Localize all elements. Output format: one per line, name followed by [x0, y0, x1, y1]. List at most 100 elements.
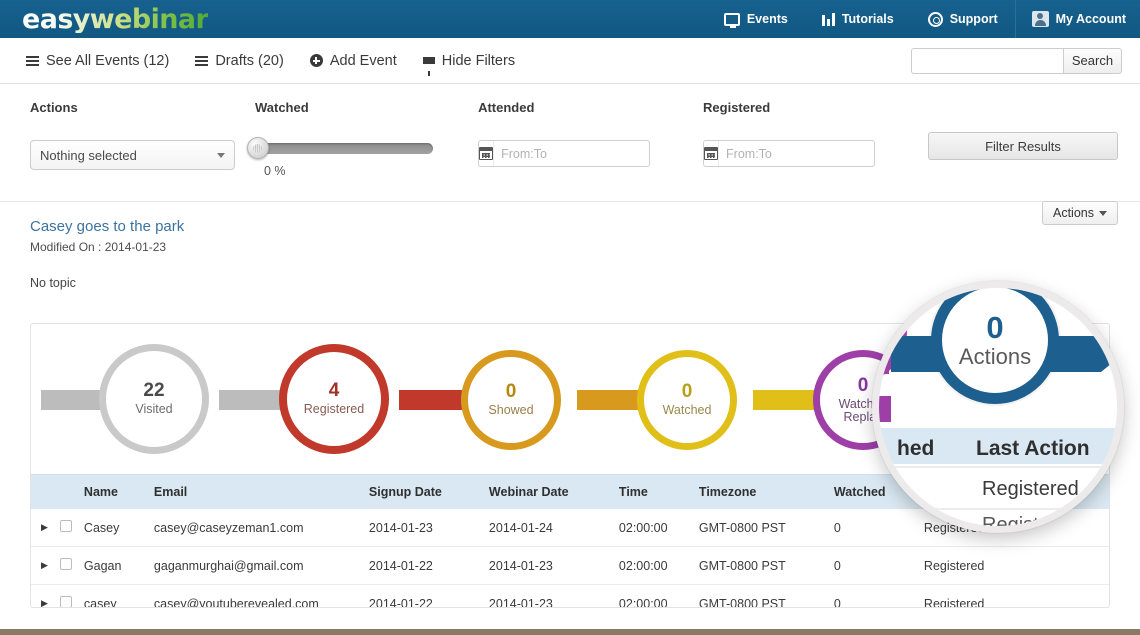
cell-timezone: GMT-0800 PST — [692, 546, 828, 585]
nav-item-tutorials[interactable]: Tutorials — [805, 0, 911, 38]
cell-webinar-date: 2014-01-24 — [482, 509, 613, 547]
filter-watched-group: Watched 0 % — [246, 100, 478, 178]
cell-last-action: Registered — [917, 584, 1109, 607]
slider-handle[interactable] — [246, 137, 269, 159]
attended-date-input[interactable] — [494, 141, 650, 166]
cell-watched: 0 — [827, 584, 918, 607]
col-signup-date[interactable]: Signup Date — [362, 474, 483, 509]
app-root: easywebinar Events Tutorials Support My … — [0, 0, 1140, 635]
attended-date-field[interactable] — [478, 140, 651, 167]
filter-actions-group: Actions Nothing selected — [30, 100, 255, 170]
funnel-icon — [422, 57, 435, 76]
search-button[interactable]: Search — [1063, 47, 1122, 74]
table-row[interactable]: ▶ casey casey@youtuberevealed.com 2014-0… — [31, 584, 1109, 607]
funnel-label-visited: Visited — [135, 402, 173, 417]
page-bottom-edge — [0, 629, 1140, 635]
filter-attended-label: Attended — [478, 100, 535, 115]
magnifier-divider — [879, 466, 1117, 468]
funnel-node-registered[interactable]: 4 Registered — [279, 344, 389, 454]
col-name[interactable]: Name — [77, 474, 148, 509]
drafts-link[interactable]: Drafts (20) — [195, 53, 284, 69]
row-checkbox[interactable] — [53, 584, 78, 607]
cell-timezone: GMT-0800 PST — [692, 509, 828, 547]
actions-dropdown[interactable]: Nothing selected — [30, 140, 235, 170]
nav-item-support[interactable]: Support — [911, 0, 1015, 38]
nav-item-my-account[interactable]: My Account — [1014, 0, 1140, 38]
magnifier-lens: e ay) 0 Actions hed Last Action Register… — [872, 281, 1124, 533]
add-event-button[interactable]: Add Event — [309, 52, 397, 69]
row-checkbox[interactable] — [53, 546, 78, 585]
magnifier-purple-label-1: e — [880, 324, 889, 341]
funnel-value-visited: 22 — [143, 380, 165, 402]
cell-webinar-date: 2014-01-23 — [482, 584, 613, 607]
cell-email: casey@youtuberevealed.com — [147, 584, 363, 607]
event-modified-date: Modified On : 2014-01-23 — [30, 240, 167, 254]
cell-email: gaganmurghai@gmail.com — [147, 546, 363, 585]
see-all-events-link[interactable]: See All Events (12) — [26, 53, 169, 69]
add-event-label: Add Event — [329, 52, 397, 69]
funnel-value-watched: 0 — [681, 381, 693, 403]
row-checkbox[interactable] — [53, 509, 78, 547]
funnel-node-showed[interactable]: 0 Showed — [460, 349, 562, 451]
cell-webinar-date: 2014-01-23 — [482, 546, 613, 585]
filter-registered-group: Registered — [703, 100, 928, 167]
monitor-icon — [723, 12, 740, 28]
col-expand — [31, 474, 54, 509]
calendar-icon — [704, 141, 720, 166]
funnel-label-showed: Showed — [488, 403, 534, 418]
top-nav-links: Events Tutorials Support My Account — [707, 0, 1140, 38]
cell-name: Gagan — [77, 546, 148, 585]
col-webinar-date[interactable]: Webinar Date — [482, 474, 613, 509]
col-timezone[interactable]: Timezone — [692, 474, 828, 509]
event-actions-dropdown-button[interactable]: Actions — [1042, 201, 1118, 225]
nav-item-events[interactable]: Events — [707, 0, 805, 38]
cell-signup-date: 2014-01-22 — [362, 584, 483, 607]
filter-results-button[interactable]: Filter Results — [928, 132, 1118, 160]
cell-signup-date: 2014-01-22 — [362, 546, 483, 585]
search-input[interactable] — [911, 47, 1063, 74]
magnifier-row-2-last-action: Registered — [982, 514, 1079, 526]
hide-filters-button[interactable]: Hide Filters — [422, 53, 515, 76]
slider-track[interactable] — [246, 137, 433, 159]
magnifier-funnel-node-actions[interactable]: 0 Actions — [929, 288, 1061, 406]
magnifier-col-watched-partial: hed — [897, 437, 935, 460]
funnel-label-registered: Registered — [303, 402, 365, 417]
row-expand-toggle[interactable]: ▶ — [31, 546, 54, 585]
watched-slider[interactable]: 0 % — [246, 137, 435, 178]
registered-date-field[interactable] — [703, 140, 876, 167]
see-all-events-label: See All Events (12) — [46, 52, 170, 69]
col-time[interactable]: Time — [612, 474, 693, 509]
cell-name: Casey — [77, 509, 148, 547]
table-row[interactable]: ▶ Gagan gaganmurghai@gmail.com 2014-01-2… — [31, 546, 1109, 585]
magnifier-col-last-action: Last Action — [976, 437, 1090, 460]
chevron-down-icon — [217, 152, 225, 158]
cell-signup-date: 2014-01-23 — [362, 509, 483, 547]
logo-text: easywebinar — [22, 3, 209, 35]
row-expand-toggle[interactable]: ▶ — [31, 584, 54, 607]
calendar-icon — [479, 141, 495, 166]
watched-slider-value: 0 % — [263, 164, 286, 178]
cell-name: casey — [77, 584, 148, 607]
row-expand-toggle[interactable]: ▶ — [31, 509, 54, 547]
event-title-link[interactable]: Casey goes to the park — [30, 218, 1118, 236]
filter-submit-group: Filter Results — [928, 100, 1118, 160]
magnifier-actions-label: Actions — [958, 344, 1032, 369]
easywebinar-logo[interactable]: easywebinar — [22, 3, 209, 35]
funnel-label-watched: Watched — [662, 403, 712, 418]
col-email[interactable]: Email — [147, 474, 363, 509]
funnel-value-registered: 4 — [328, 380, 340, 402]
bar-chart-icon — [821, 12, 835, 26]
cell-time: 02:00:00 — [612, 584, 693, 607]
nav-label-tutorials: Tutorials — [841, 12, 894, 26]
col-select — [53, 474, 78, 509]
funnel-segment-showed-out — [577, 390, 656, 410]
registered-date-input[interactable] — [719, 141, 875, 166]
filter-attended-group: Attended — [478, 100, 703, 167]
funnel-segment-watched-out — [753, 390, 832, 410]
funnel-node-watched[interactable]: 0 Watched — [636, 349, 738, 451]
funnel-node-visited[interactable]: 22 Visited — [98, 343, 210, 455]
funnel-value-showed: 0 — [505, 381, 517, 403]
cell-timezone: GMT-0800 PST — [692, 584, 828, 607]
search-group: Search — [911, 47, 1122, 74]
funnel-value-watched-replay: 0 — [857, 374, 869, 396]
